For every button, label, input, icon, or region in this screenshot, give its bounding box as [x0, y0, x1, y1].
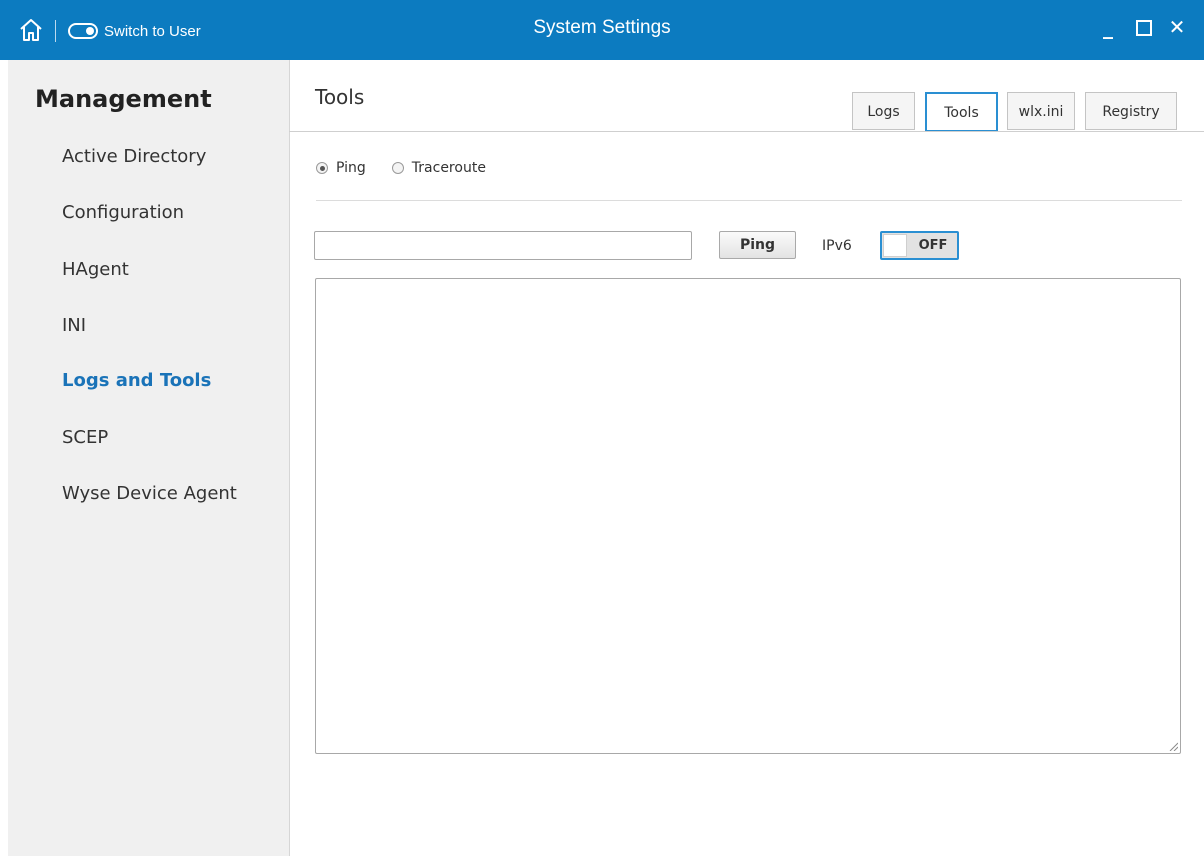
switch-to-user-label: Switch to User [104, 22, 201, 40]
maximize-icon [1136, 20, 1152, 36]
toggle-knob [883, 234, 907, 257]
sidebar-item-configuration[interactable]: Configuration [62, 202, 184, 223]
traceroute-radio-label: Traceroute [411, 160, 486, 176]
sidebar-item-hagent[interactable]: HAgent [62, 259, 129, 280]
tab-tools[interactable]: Tools [925, 92, 998, 132]
sidebar-item-wyse-device-agent[interactable]: Wyse Device Agent [62, 483, 237, 504]
section-divider [316, 200, 1182, 201]
tab-divider [289, 131, 1204, 132]
ipv6-toggle[interactable]: OFF [880, 231, 959, 260]
sidebar-heading: Management [35, 85, 212, 113]
close-button[interactable]: ✕ [1163, 13, 1191, 43]
radio-unchecked-icon [391, 162, 404, 174]
switch-to-user-button[interactable]: Switch to User [68, 18, 201, 44]
toggle-icon [68, 23, 98, 39]
host-input[interactable] [314, 231, 692, 260]
sidebar-item-active-directory[interactable]: Active Directory [62, 146, 206, 167]
ping-button[interactable]: Ping [719, 231, 796, 259]
minimize-button[interactable]: _ [1094, 13, 1122, 43]
maximize-button[interactable] [1130, 13, 1158, 43]
tab-wlx-ini[interactable]: wlx.ini [1007, 92, 1075, 130]
mode-radio-group: Ping Traceroute [316, 160, 512, 176]
traceroute-radio[interactable]: Traceroute [391, 160, 486, 176]
ipv6-label: IPv6 [822, 238, 852, 254]
output-textarea[interactable] [315, 278, 1181, 754]
ping-radio[interactable]: Ping [316, 160, 366, 176]
home-icon[interactable] [18, 17, 44, 43]
sidebar: Management Active Directory Configuratio… [8, 60, 290, 856]
ping-radio-label: Ping [336, 160, 366, 176]
tab-registry[interactable]: Registry [1085, 92, 1177, 130]
resize-grip-icon[interactable] [1168, 741, 1178, 751]
title-bar-divider [55, 20, 56, 42]
sidebar-item-ini[interactable]: INI [62, 315, 86, 336]
sidebar-item-scep[interactable]: SCEP [62, 427, 108, 448]
ipv6-toggle-state: OFF [918, 238, 948, 253]
title-bar: Switch to User System Settings _ ✕ [0, 0, 1204, 60]
radio-checked-icon [316, 162, 328, 174]
tab-logs[interactable]: Logs [852, 92, 915, 130]
page-title: Tools [315, 85, 365, 109]
sidebar-item-logs-and-tools[interactable]: Logs and Tools [62, 370, 211, 391]
